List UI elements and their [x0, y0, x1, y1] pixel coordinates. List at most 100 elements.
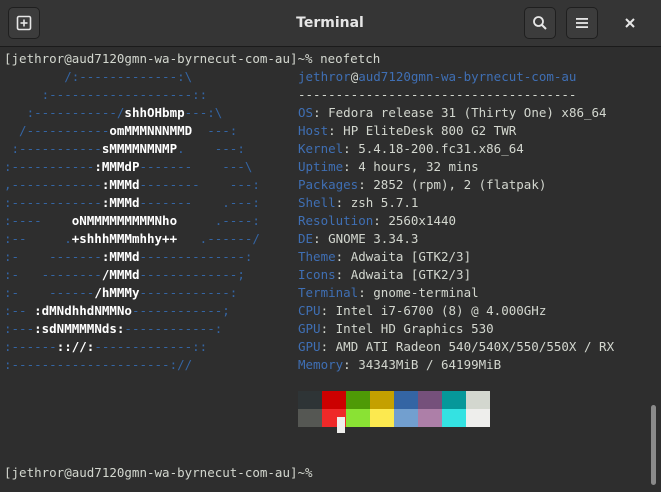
color-swatch: [418, 391, 442, 409]
color-palette-bright: [298, 409, 490, 427]
info-key: Resolution: [298, 213, 374, 228]
ascii-art-row: ,------------:MMMd-------- ---:: [4, 176, 260, 194]
new-tab-icon: [16, 15, 32, 31]
color-swatch: [298, 409, 322, 427]
ascii-art-highlight: :dMNdhhdNMMNo: [34, 303, 132, 318]
info-value: HP EliteDesk 800 G2 TWR: [343, 123, 517, 138]
ascii-art-segment: -------- ---:: [139, 177, 260, 192]
ascii-art-row: :------------:MMMd------- .---:: [4, 194, 260, 212]
ascii-art-row: :-----------:MMMdP------- ---\: [4, 158, 252, 176]
info-value: gnome-terminal: [373, 285, 479, 300]
ascii-art-segment: :--: [4, 303, 35, 318]
info-row: Shell: zsh 5.7.1: [298, 195, 419, 210]
search-button[interactable]: [524, 7, 556, 39]
ascii-art-segment: -------------::: [94, 339, 208, 354]
info-key: Kernel: [298, 141, 344, 156]
ascii-art-row: :- -------:MMMd--------------:: [4, 248, 252, 266]
info-row: Packages: 2852 (rpm), 2 (flatpak): [298, 177, 547, 192]
ascii-art-segment: :---------------------://: [4, 357, 193, 372]
close-icon: [625, 18, 635, 28]
color-swatch: [466, 391, 490, 409]
ascii-art-segment: :- --------: [4, 267, 102, 282]
ascii-art-highlight: +shhhMMMmhhy++: [71, 231, 178, 246]
ascii-art-segment: ,------------: [4, 177, 102, 192]
ascii-art-highlight: :MMMd: [101, 249, 140, 264]
info-key: OS: [298, 105, 314, 120]
info-value: Fedora release 31 (Thirty One) x86_64: [328, 105, 607, 120]
menu-button[interactable]: [566, 7, 598, 39]
color-swatch: [418, 409, 442, 427]
ascii-art-segment: :----: [4, 213, 72, 228]
ascii-art-highlight: /hMMMy: [94, 285, 140, 300]
info-key: GPU: [298, 321, 321, 336]
scrollbar[interactable]: [647, 47, 661, 492]
ascii-art-row: :---:sdNMMMMNds:------------:: [4, 320, 222, 338]
info-value: AMD ATI Radeon 540/540X/550/550X / RX: [335, 339, 615, 354]
ascii-art-highlight: :MMMd: [101, 177, 140, 192]
terminal-output[interactable]: [jethror@aud7120gmn-wa-byrnecut-com-au]~…: [0, 47, 647, 492]
ascii-art-row: /-----------omMMMNNNMMD ---:: [4, 122, 237, 140]
ascii-art-highlight: :MMMdP: [94, 159, 140, 174]
ascii-art-segment: .------/: [177, 231, 260, 246]
ascii-art-row: :- --------/MMMd-------------;: [4, 266, 245, 284]
info-row: Kernel: 5.4.18-200.fc31.x86_64: [298, 141, 524, 156]
info-key: Packages: [298, 177, 359, 192]
info-key: CPU: [298, 303, 321, 318]
ascii-art-segment: ------- ---\: [139, 159, 253, 174]
ascii-art-segment: :-----------: [4, 141, 102, 156]
terminal-window: Terminal [jethror@aud7120gmn-wa-byrnecut…: [0, 0, 661, 492]
info-row: Resolution: 2560x1440: [298, 213, 457, 228]
scrollbar-thumb[interactable]: [651, 405, 656, 485]
color-swatch: [394, 409, 418, 427]
info-value: Intel HD Graphics 530: [335, 321, 494, 336]
info-row: Uptime: 4 hours, 32 mins: [298, 159, 479, 174]
ascii-art-segment: ------------:: [124, 321, 223, 336]
ascii-art-row: /:-------------:\: [4, 68, 192, 86]
ascii-art-row: :------:://:-------------::: [4, 338, 207, 356]
color-swatch: [346, 391, 370, 409]
ascii-art-segment: :---: [4, 321, 35, 336]
ascii-art-row: :- ------/hMMMy------------:: [4, 284, 237, 302]
color-swatch: [466, 409, 490, 427]
ascii-art-row: :-- .+shhhMMMmhhy++ .------/: [4, 230, 260, 248]
ascii-art-segment: ------- .---:: [139, 195, 260, 210]
info-row: OS: Fedora release 31 (Thirty One) x86_6…: [298, 105, 607, 120]
ascii-art-segment: :-- .: [4, 231, 72, 246]
ascii-art-row: :---- oNMMMMMMMMMNho .----:: [4, 212, 260, 230]
header-bar: Terminal: [0, 0, 661, 47]
color-swatch: [442, 391, 466, 409]
color-palette-normal: [298, 391, 490, 409]
info-row: Theme: Adwaita [GTK2/3]: [298, 249, 472, 264]
ascii-art-segment: ---:\: [184, 105, 223, 120]
ascii-art-highlight: :sdNMMMMNds:: [34, 321, 125, 336]
separator-line: -------------------------------------: [298, 87, 577, 102]
host-name: aud7120gmn-wa-byrnecut-com-au: [358, 69, 577, 84]
ascii-art-highlight: :MMMd: [101, 195, 140, 210]
info-value: Adwaita [GTK2/3]: [350, 249, 472, 264]
search-icon: [533, 16, 547, 30]
info-key: GPU: [298, 339, 321, 354]
info-value: Adwaita [GTK2/3]: [350, 267, 472, 282]
color-swatch: [370, 409, 394, 427]
info-row: GPU: AMD ATI Radeon 540/540X/550/550X / …: [298, 339, 615, 354]
ascii-art-segment: /:-------------:\: [4, 69, 193, 84]
color-swatch: [442, 409, 466, 427]
info-row: Host: HP EliteDesk 800 G2 TWR: [298, 123, 517, 138]
info-row: GPU: Intel HD Graphics 530: [298, 321, 494, 336]
ascii-art-highlight: shhOHbmp: [124, 105, 185, 120]
prompt-line: [jethror@aud7120gmn-wa-byrnecut-com-au]~…: [4, 51, 381, 66]
info-value: 2852 (rpm), 2 (flatpak): [373, 177, 547, 192]
prompt-line-final: [jethror@aud7120gmn-wa-byrnecut-com-au]~…: [4, 465, 313, 480]
info-value: GNOME 3.34.3: [328, 231, 419, 246]
info-key: Host: [298, 123, 329, 138]
info-value: 2560x1440: [388, 213, 457, 228]
ascii-art-highlight: oNMMMMMMMMMNho: [71, 213, 178, 228]
info-row: DE: GNOME 3.34.3: [298, 231, 419, 246]
info-value: 34343MiB / 64199MiB: [358, 357, 502, 372]
info-value: 4 hours, 32 mins: [358, 159, 479, 174]
close-button[interactable]: [617, 10, 643, 36]
ascii-art-segment: :------------: [4, 195, 102, 210]
ascii-art-segment: :-----------/: [4, 105, 125, 120]
new-tab-button[interactable]: [8, 7, 40, 39]
ascii-art-segment: :-------------------::: [4, 87, 208, 102]
